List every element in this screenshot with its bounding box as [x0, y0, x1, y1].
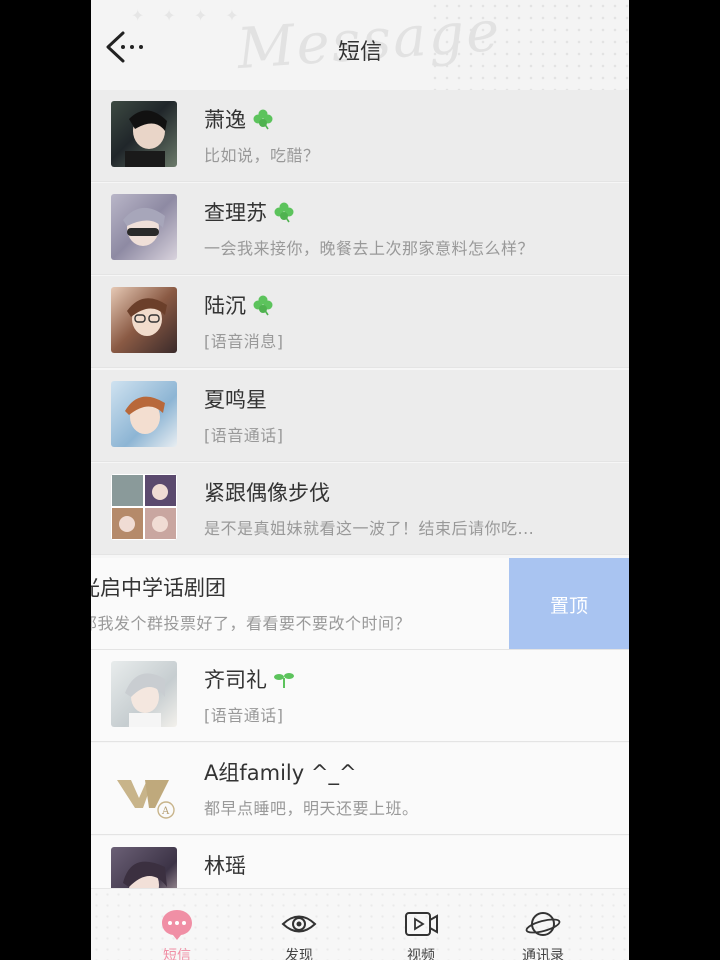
contact-name: 夏鸣星	[204, 388, 267, 412]
group-name: 紧跟偶像步伐	[204, 481, 330, 505]
avatar	[111, 194, 177, 260]
conversation-row[interactable]: 紧跟偶像步伐 是不是真姐妹就看这一波了！结束后请你吃...	[91, 463, 629, 555]
nav-label: 短信	[163, 948, 191, 960]
message-preview: [语音通话]	[204, 426, 284, 445]
chat-bubble-icon	[162, 910, 192, 940]
group-logo-avatar: A	[111, 754, 177, 820]
conversation-row[interactable]: A A组family ^_^ 都早点睡吧，明天还要上班。	[91, 743, 629, 835]
nav-label: 发现	[285, 948, 313, 960]
contact-name: 萧逸	[204, 104, 274, 135]
conversation-row[interactable]: 萧逸 比如说，吃醋？	[91, 90, 629, 182]
page-title: 短信	[337, 40, 382, 65]
clover-icon	[252, 294, 274, 321]
eye-icon	[281, 915, 317, 933]
conversation-row-swiped[interactable]: 光启中学话剧团 那我发个群投票好了，看看要不要改个时间？ 置顶	[91, 558, 629, 650]
svg-text:A: A	[161, 806, 170, 817]
video-icon	[405, 912, 438, 936]
contact-name: 齐司礼	[204, 664, 295, 695]
message-preview: [语音消息]	[204, 332, 284, 351]
group-avatar	[111, 474, 177, 540]
sprout-icon	[273, 668, 295, 695]
contact-name: 林瑶	[204, 854, 246, 878]
avatar	[111, 661, 177, 727]
nav-label: 通讯录	[522, 948, 564, 960]
contact-name: 查理苏	[204, 197, 295, 228]
nav-tab-discover[interactable]: 发现	[254, 889, 344, 960]
clover-icon	[273, 201, 295, 228]
group-name: 光启中学话剧团	[91, 576, 226, 600]
clover-icon	[252, 108, 274, 135]
nav-tab-messages[interactable]: 短信	[132, 889, 222, 960]
header-bar: ✦✦✦✦ Message 短信	[91, 0, 629, 90]
message-preview: 一会我来接你，晚餐去上次那家意料怎么样？	[204, 239, 535, 258]
avatar	[111, 287, 177, 353]
nav-tab-video[interactable]: 视频	[376, 889, 466, 960]
message-preview: 是不是真姐妹就看这一波了！结束后请你吃...	[204, 519, 535, 538]
contact-name: 陆沉	[204, 290, 274, 321]
message-preview: 都早点睡吧，明天还要上班。	[204, 799, 419, 818]
pin-to-top-button[interactable]: 置顶	[509, 558, 629, 649]
bottom-nav: 短信 发现 视频 通讯录	[91, 888, 629, 960]
conversation-row[interactable]: 查理苏 一会我来接你，晚餐去上次那家意料怎么样？	[91, 183, 629, 275]
nav-label: 视频	[407, 948, 435, 960]
conversation-row[interactable]: 夏鸣星 [语音通话]	[91, 370, 629, 462]
message-preview: [语音通话]	[204, 706, 284, 725]
message-preview: 比如说，吃醋？	[204, 146, 320, 165]
conversation-row[interactable]: 齐司礼 [语音通话]	[91, 650, 629, 742]
message-preview: 那我发个群投票好了，看看要不要改个时间？	[91, 614, 412, 633]
nav-tab-contacts[interactable]: 通讯录	[498, 889, 588, 960]
planet-icon	[525, 912, 561, 936]
avatar	[111, 101, 177, 167]
conversation-row[interactable]: 陆沉 [语音消息]	[91, 276, 629, 368]
avatar	[111, 381, 177, 447]
group-name: A组family ^_^	[204, 761, 357, 785]
message-app: ✦✦✦✦ Message 短信 萧逸 比如说，吃醋？ 查理苏 一会我来接你，晚餐…	[91, 0, 629, 960]
